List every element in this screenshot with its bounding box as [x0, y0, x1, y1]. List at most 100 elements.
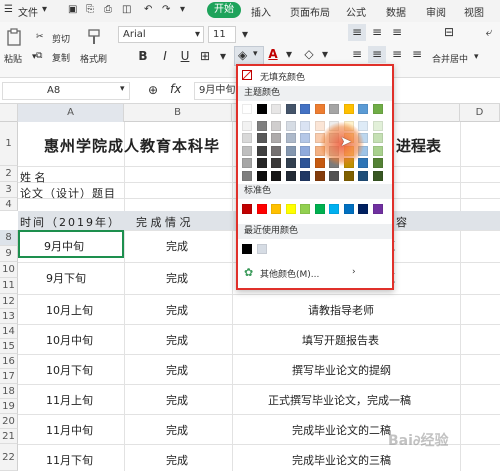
row-header-11[interactable]: 11: [0, 278, 18, 294]
theme-color-swatch[interactable]: [314, 104, 325, 114]
export-icon[interactable]: ⎘: [86, 4, 94, 15]
underline-button[interactable]: U: [176, 48, 194, 65]
merge-center-button[interactable]: 合并居中: [432, 52, 468, 65]
cell-content[interactable]: 请教指导老师: [308, 302, 374, 318]
cell-content[interactable]: 完成毕业论文的二稿: [292, 422, 391, 438]
theme-color-swatch[interactable]: [242, 158, 252, 168]
tab-formula[interactable]: 公式: [346, 4, 366, 19]
cell-time[interactable]: 10月下旬: [46, 362, 93, 378]
theme-color-swatch[interactable]: [372, 133, 383, 143]
row-header-18[interactable]: 18: [0, 384, 18, 399]
cell-content[interactable]: 完成毕业论文的三稿: [292, 452, 391, 468]
no-fill-option[interactable]: 无填充颜色: [260, 70, 305, 83]
row-header-13[interactable]: 13: [0, 309, 18, 324]
align-bottom-icon[interactable]: ≡: [388, 24, 406, 41]
theme-color-swatch[interactable]: [271, 170, 281, 181]
theme-color-swatch[interactable]: [256, 133, 267, 143]
tab-start[interactable]: 开始: [207, 2, 241, 18]
theme-color-swatch[interactable]: [372, 158, 383, 168]
copy-icon[interactable]: ⧉: [36, 51, 42, 61]
chevron-down-icon[interactable]: ▾: [316, 46, 334, 63]
theme-color-swatch[interactable]: [372, 145, 383, 156]
border-icon[interactable]: ⊞: [196, 48, 214, 65]
tab-view[interactable]: 视图: [464, 4, 484, 19]
cell-content[interactable]: 填写开题报告表: [302, 332, 379, 348]
copy-button[interactable]: 复制: [52, 51, 70, 64]
row-header-10[interactable]: 10: [0, 262, 18, 278]
cell-status[interactable]: 完成: [166, 332, 188, 348]
italic-button[interactable]: I: [156, 48, 174, 65]
theme-color-swatch[interactable]: [271, 120, 281, 131]
redo-icon[interactable]: ↷: [162, 4, 170, 15]
theme-color-swatch[interactable]: [285, 158, 296, 168]
theme-color-swatch[interactable]: [300, 170, 310, 181]
cell-status[interactable]: 完成: [166, 452, 188, 468]
theme-color-swatch[interactable]: [314, 158, 325, 168]
standard-color-swatch[interactable]: [372, 204, 383, 214]
cell-status[interactable]: 完成: [166, 362, 188, 378]
scissors-icon[interactable]: ✂: [36, 32, 44, 42]
fill-color-button[interactable]: ◈ ▾: [234, 46, 264, 66]
theme-color-swatch[interactable]: [256, 145, 267, 156]
cell-time[interactable]: 11月下旬: [46, 452, 93, 468]
row-header-15[interactable]: 15: [0, 339, 18, 354]
theme-color-swatch[interactable]: [242, 145, 252, 156]
tab-review[interactable]: 审阅: [426, 4, 446, 19]
recent-color-swatch[interactable]: [256, 244, 267, 254]
row-header-19[interactable]: 19: [0, 399, 18, 414]
theme-color-swatch[interactable]: [285, 133, 296, 143]
theme-color-swatch[interactable]: [372, 104, 383, 114]
chevron-down-icon[interactable]: ▾: [120, 84, 125, 94]
cell-time[interactable]: 9月下旬: [46, 270, 86, 286]
menu-icon[interactable]: ☰: [4, 4, 13, 15]
theme-color-swatch[interactable]: [300, 158, 310, 168]
justify-icon[interactable]: ≡: [408, 46, 426, 63]
preview-icon[interactable]: ◫: [122, 4, 131, 15]
row-header-12[interactable]: 12: [0, 294, 18, 309]
font-size-dropdown-icon[interactable]: ▾: [236, 26, 254, 43]
chevron-down-icon[interactable]: ▾: [180, 4, 185, 15]
bold-button[interactable]: B: [134, 48, 152, 65]
more-colors-option[interactable]: 其他颜色(M)...: [260, 267, 319, 280]
theme-color-swatch[interactable]: [300, 104, 310, 114]
cell-content[interactable]: 撰写毕业论文的提纲: [292, 362, 391, 378]
theme-color-swatch[interactable]: [343, 104, 354, 114]
theme-color-swatch[interactable]: [285, 104, 296, 114]
tab-insert[interactable]: 插入: [251, 4, 271, 19]
zoom-icon[interactable]: ⊕: [148, 83, 158, 97]
name-box[interactable]: A8: [2, 82, 130, 100]
theme-color-swatch[interactable]: [242, 133, 252, 143]
function-icon[interactable]: fx: [170, 82, 181, 96]
select-all-corner[interactable]: [0, 104, 18, 122]
wrap-text-icon[interactable]: ⤶: [480, 24, 498, 41]
row-header-8[interactable]: 8: [0, 230, 18, 246]
tab-page-layout[interactable]: 页面布局: [290, 4, 330, 19]
theme-color-swatch[interactable]: [285, 170, 296, 181]
row-header-22[interactable]: 22: [0, 444, 18, 471]
theme-color-swatch[interactable]: [256, 120, 267, 131]
standard-color-swatch[interactable]: [300, 204, 310, 214]
theme-color-swatch[interactable]: [285, 145, 296, 156]
row-header-1[interactable]: 1: [0, 122, 18, 166]
font-size-select[interactable]: 11: [208, 26, 236, 43]
standard-color-swatch[interactable]: [285, 204, 296, 214]
theme-color-swatch[interactable]: [343, 170, 354, 181]
row-header-16[interactable]: 16: [0, 354, 18, 369]
column-header-b[interactable]: B: [124, 104, 232, 122]
standard-color-swatch[interactable]: [242, 204, 252, 214]
column-header-d[interactable]: D: [460, 104, 500, 122]
theme-color-swatch[interactable]: [256, 170, 267, 181]
theme-color-swatch[interactable]: [358, 120, 368, 131]
paste-icon[interactable]: [6, 28, 22, 46]
paste-button[interactable]: 粘贴: [4, 52, 22, 65]
align-top-icon[interactable]: ≡: [348, 24, 366, 41]
row-header-20[interactable]: 20: [0, 414, 18, 429]
theme-color-swatch[interactable]: [300, 120, 310, 131]
standard-color-swatch[interactable]: [343, 204, 354, 214]
menu-file[interactable]: 文件: [18, 4, 38, 19]
cell-status[interactable]: 完成: [166, 422, 188, 438]
align-center-icon[interactable]: ≡: [368, 46, 386, 63]
standard-color-swatch[interactable]: [314, 204, 325, 214]
tab-data[interactable]: 数据: [386, 4, 406, 19]
standard-color-swatch[interactable]: [271, 204, 281, 214]
